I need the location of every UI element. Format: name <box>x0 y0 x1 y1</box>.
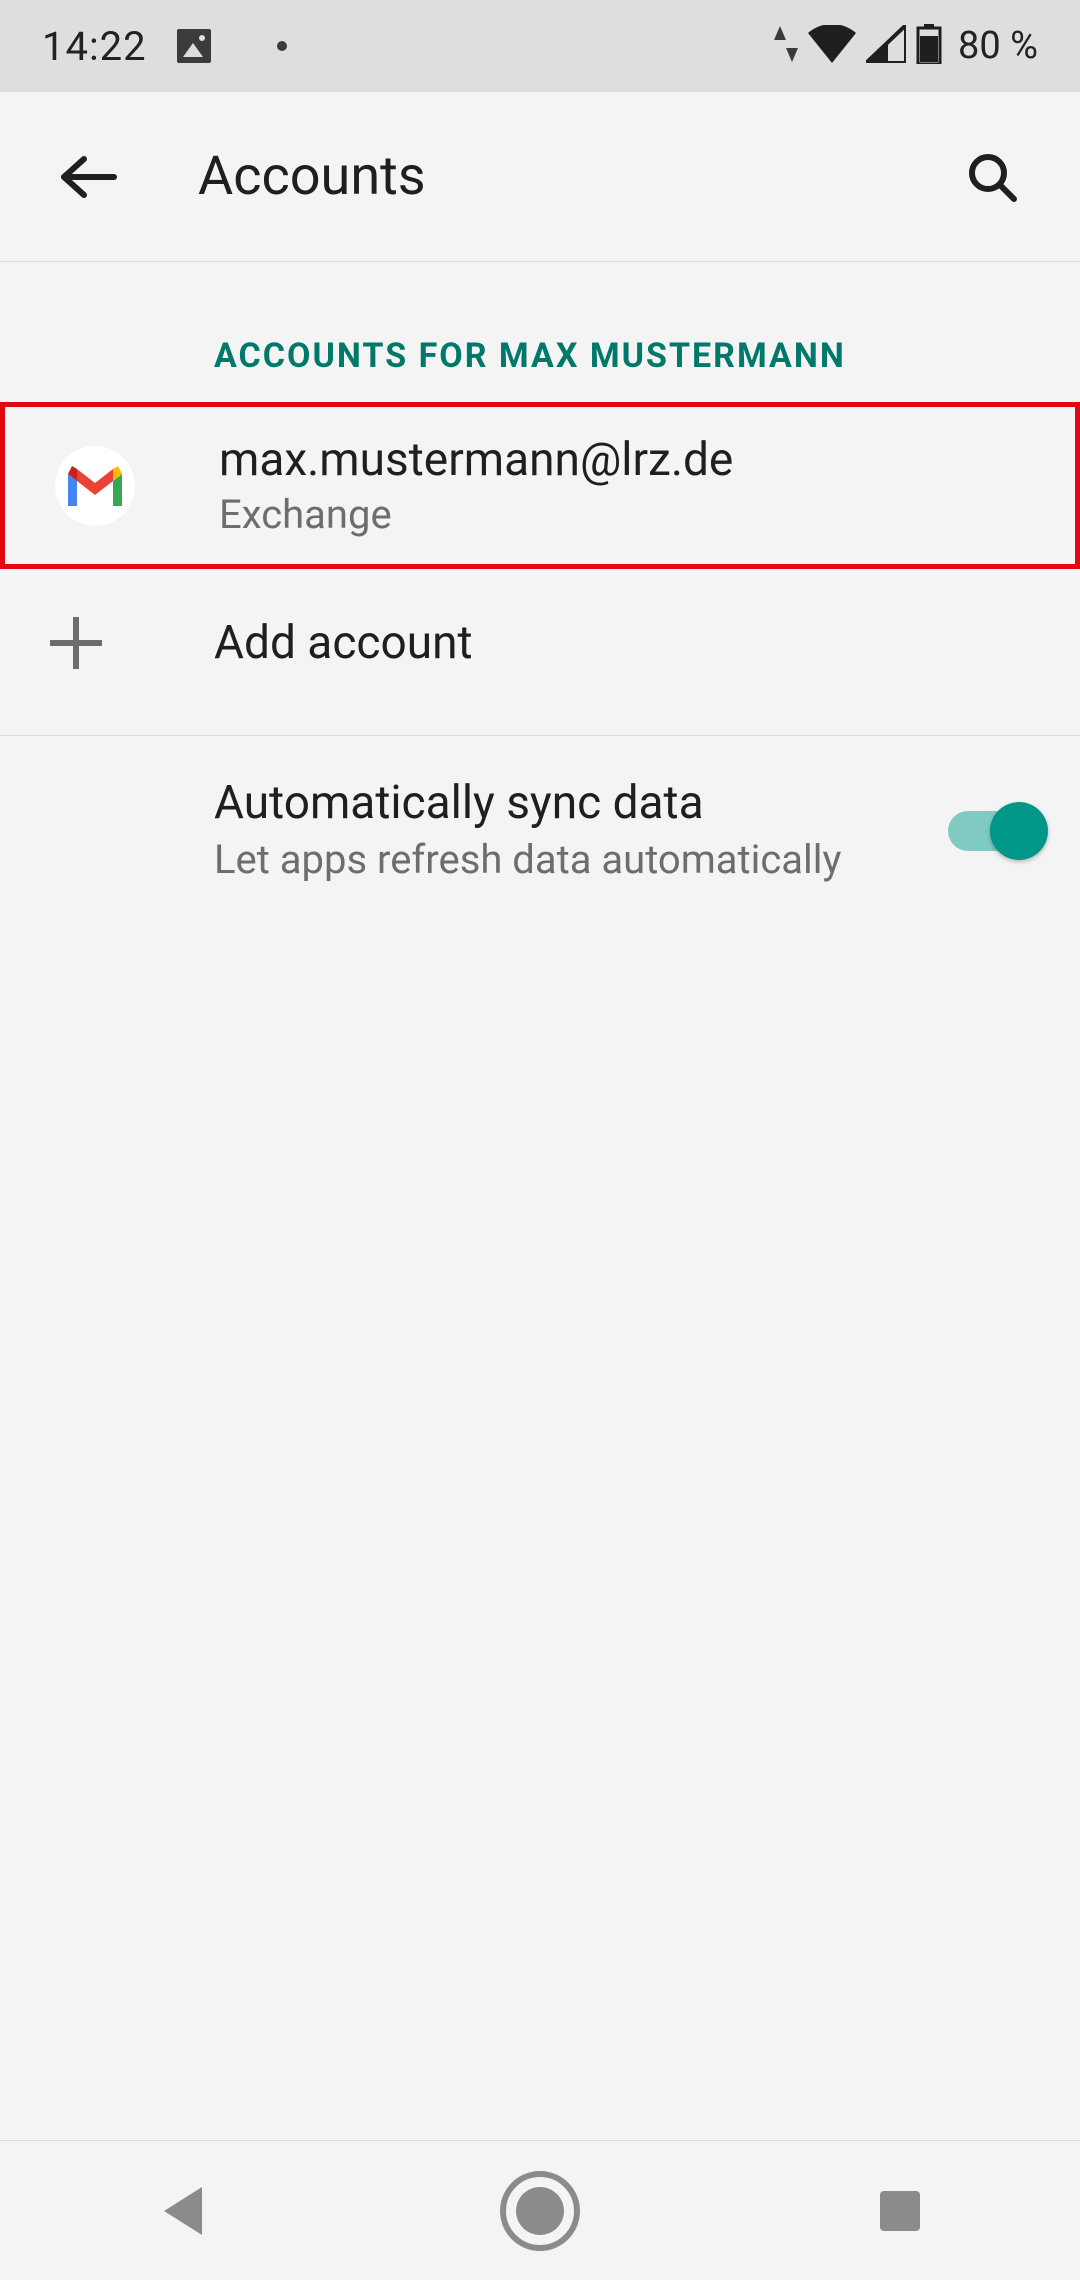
section-header-accounts-for: ACCOUNTS FOR MAX MUSTERMANN <box>0 262 1080 402</box>
auto-sync-toggle[interactable] <box>948 801 1044 861</box>
system-nav-bar <box>0 2140 1080 2280</box>
cellular-signal-icon <box>866 25 906 67</box>
wifi-icon <box>808 25 856 67</box>
gmail-icon <box>55 446 135 526</box>
nav-recent-button[interactable] <box>840 2151 960 2271</box>
status-time: 14:22 <box>42 23 147 70</box>
auto-sync-subtitle: Let apps refresh data automatically <box>214 834 918 885</box>
accounts-list: max.mustermann@lrz.de Exchange Add accou… <box>0 402 1080 925</box>
photos-icon <box>177 29 211 63</box>
auto-sync-title: Automatically sync data <box>214 776 918 830</box>
account-item[interactable]: max.mustermann@lrz.de Exchange <box>0 402 1080 569</box>
battery-percentage: 80 % <box>958 24 1038 68</box>
data-transfer-icon <box>774 26 798 66</box>
add-account-label: Add account <box>214 616 1040 670</box>
back-button[interactable] <box>40 129 136 225</box>
account-type: Exchange <box>219 491 1035 538</box>
notification-dot-icon <box>277 41 287 51</box>
search-button[interactable] <box>944 129 1040 225</box>
app-bar: Accounts <box>0 92 1080 262</box>
nav-recent-icon <box>880 2191 920 2231</box>
page-title: Accounts <box>198 145 944 208</box>
auto-sync-row[interactable]: Automatically sync data Let apps refresh… <box>0 736 1080 925</box>
battery-icon <box>916 24 942 68</box>
status-bar: 14:22 80 % <box>0 0 1080 92</box>
switch-thumb-icon <box>990 802 1048 860</box>
add-account-item[interactable]: Add account <box>0 569 1080 717</box>
nav-back-button[interactable] <box>120 2151 240 2271</box>
account-email: max.mustermann@lrz.de <box>219 433 1035 487</box>
search-icon <box>964 149 1020 205</box>
nav-home-button[interactable] <box>480 2151 600 2271</box>
nav-back-icon <box>158 2187 202 2235</box>
nav-home-icon <box>500 2171 580 2251</box>
arrow-left-icon <box>58 153 118 201</box>
plus-icon <box>50 617 102 669</box>
